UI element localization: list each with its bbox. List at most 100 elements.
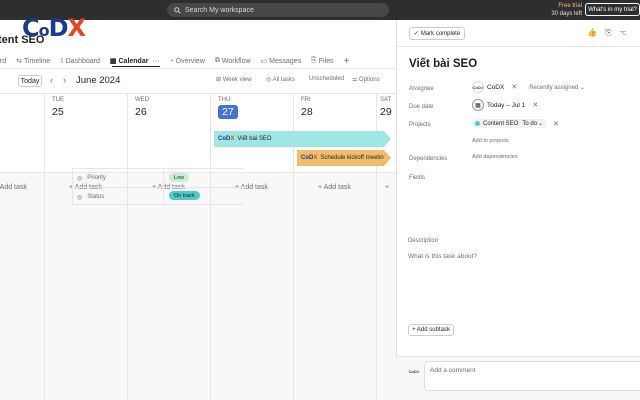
tab-timeline[interactable]: ⇆ Timeline — [16, 57, 51, 66]
tab-workflow[interactable]: ⧉ Workflow — [215, 57, 251, 65]
add-tab-button[interactable]: + — [343, 56, 349, 67]
trial-days-left: 30 days left — [551, 11, 582, 17]
prev-week-icon[interactable]: ‹ — [50, 75, 53, 85]
logo-letter-x: X — [67, 14, 86, 42]
due-date-label: Due date — [409, 104, 434, 110]
status-badge[interactable]: On track — [169, 191, 200, 200]
recently-assigned-label: Recently assigned — [529, 84, 579, 91]
week-view-label: Week view — [222, 77, 252, 83]
chevron-down-icon: ⌄ — [579, 84, 585, 91]
day-of-week: SAT — [380, 97, 392, 103]
add-task-button[interactable]: + — [385, 184, 396, 191]
dashboard-icon: ⌇ — [60, 58, 64, 65]
section-dropdown[interactable]: To do — [522, 121, 537, 127]
tab-label: Workflow — [221, 57, 251, 65]
like-icon[interactable]: 👍 — [587, 28, 605, 37]
field-row-status[interactable]: ◎ Status — [73, 188, 245, 206]
codx-avatar-icon: CoDX — [218, 136, 235, 142]
chevron-down-icon: ⌄ — [538, 121, 544, 127]
day-header: SAT 29 — [380, 97, 392, 118]
custom-fields-table: ◎ Priority ◎ Status Low On track — [72, 168, 245, 206]
priority-badge[interactable]: Low — [169, 173, 190, 182]
add-task-button[interactable]: + Add task — [318, 184, 351, 191]
tab-dashboard[interactable]: ⌇ Dashboard — [60, 57, 100, 66]
overview-icon: ◔ — [169, 57, 174, 65]
today-button[interactable]: Today — [18, 75, 42, 87]
attach-icon[interactable]: ⎘ — [605, 28, 619, 37]
codx-logo: CoDX — [22, 14, 86, 42]
day-header: TUE 25 — [52, 97, 64, 118]
due-date-field[interactable]: ▦ Today – Jul 1 ✕ — [472, 99, 538, 111]
calendar-toolbar: Today ‹ › June 2024 ⊞ Week view ◎ All ta… — [0, 72, 396, 90]
mark-complete-button[interactable]: ✓ Mark complete — [409, 27, 465, 40]
tab-label: Dashboard — [65, 57, 100, 65]
fields-label: Fields — [409, 175, 426, 181]
clear-date-icon[interactable]: ✕ — [532, 101, 538, 109]
add-to-projects-link[interactable]: Add to projects — [472, 138, 509, 144]
day-of-week: TUE — [52, 97, 64, 103]
tab-board[interactable]: ard — [0, 58, 6, 65]
recently-assigned-dropdown[interactable]: Recently assigned ⌄ — [529, 84, 585, 91]
calendar-icon: ▦ — [109, 58, 117, 65]
tab-label: Calendar — [118, 57, 149, 65]
add-dependencies-link[interactable]: Add dependencies — [472, 154, 518, 160]
calendar-lower-area — [0, 172, 396, 400]
tab-overview[interactable]: ◔ Overview — [169, 58, 204, 65]
task-title[interactable]: Viết bài SEO — [409, 58, 477, 70]
options-icon: ⚌ — [352, 77, 360, 83]
due-date-value: Today – Jul 1 — [487, 101, 526, 109]
day-number: 26 — [135, 106, 147, 118]
current-month: June 2024 — [76, 75, 121, 86]
grid-column-line — [127, 93, 128, 400]
tab-files[interactable]: ⎘ Files — [311, 57, 333, 65]
project-name: Content SEO — [483, 120, 519, 127]
assignee-field[interactable]: CoD X CoDX ✕ Recently assigned ⌄ — [472, 81, 585, 93]
check-icon: ✓ — [413, 31, 419, 37]
week-view-dropdown[interactable]: ⊞ Week view — [216, 76, 252, 83]
day-number: 29 — [380, 106, 392, 118]
all-tasks-label: All tasks — [272, 77, 295, 83]
top-bar: Search My workspace Free trial 30 days l… — [0, 0, 640, 20]
calendar-event[interactable]: CoDX Schedule kickoff meeting — [297, 150, 391, 166]
next-week-icon[interactable]: › — [63, 75, 66, 85]
tab-label: ard — [0, 57, 7, 65]
calendar-event[interactable]: CoDX Viết bài SEO — [214, 131, 391, 147]
add-task-button[interactable]: + Add task — [0, 184, 27, 191]
day-of-week: WED — [135, 97, 149, 103]
grid-top-line — [0, 93, 396, 94]
trial-label: Free trial — [558, 3, 582, 9]
search-input[interactable]: Search My workspace — [167, 3, 389, 17]
project-chip[interactable]: Content SEO To do ⌄ — [472, 119, 547, 128]
tab-messages[interactable]: ▭ Messages — [260, 57, 302, 66]
remove-project-icon[interactable]: ✕ — [553, 120, 559, 128]
workflow-icon: ⧉ — [214, 57, 220, 64]
tab-label: Overview — [175, 57, 205, 65]
event-title: Viết bài SEO — [237, 136, 272, 142]
all-tasks-filter[interactable]: ◎ All tasks — [266, 76, 295, 83]
project-field[interactable]: Content SEO To do ⌄ ✕ — [472, 119, 559, 128]
logo-letter-c: C — [22, 14, 40, 42]
tab-more-icon[interactable]: ··· — [152, 58, 159, 65]
field-column-divider — [163, 169, 164, 206]
tab-label: Timeline — [24, 57, 51, 65]
field-name: Priority — [87, 175, 106, 181]
status-icon: ◎ — [77, 194, 83, 201]
remove-assignee-icon[interactable]: ✕ — [511, 83, 517, 91]
messages-icon: ▭ — [260, 58, 268, 65]
add-subtask-button[interactable]: + Add subtask — [408, 324, 454, 336]
unscheduled-button[interactable]: Unscheduled — [309, 76, 344, 82]
subtask-icon[interactable]: ⌥ — [620, 28, 634, 37]
logo-letter-o: o — [38, 21, 50, 40]
header-divider — [0, 68, 396, 69]
tab-label: Files — [318, 57, 334, 65]
panel-divider — [397, 46, 640, 47]
options-button[interactable]: ⚌ Options — [352, 76, 380, 83]
tab-calendar[interactable]: ▦ Calendar ··· — [109, 57, 160, 66]
field-row-priority[interactable]: ◎ Priority — [73, 169, 245, 187]
week-view-icon: ⊞ — [216, 77, 223, 83]
tab-label: Messages — [269, 57, 302, 65]
search-placeholder: Search My workspace — [185, 6, 254, 14]
projects-label: Projects — [409, 122, 431, 128]
day-header: WED 26 — [135, 97, 149, 118]
trial-info-button[interactable]: What's in my trial? — [585, 3, 640, 16]
